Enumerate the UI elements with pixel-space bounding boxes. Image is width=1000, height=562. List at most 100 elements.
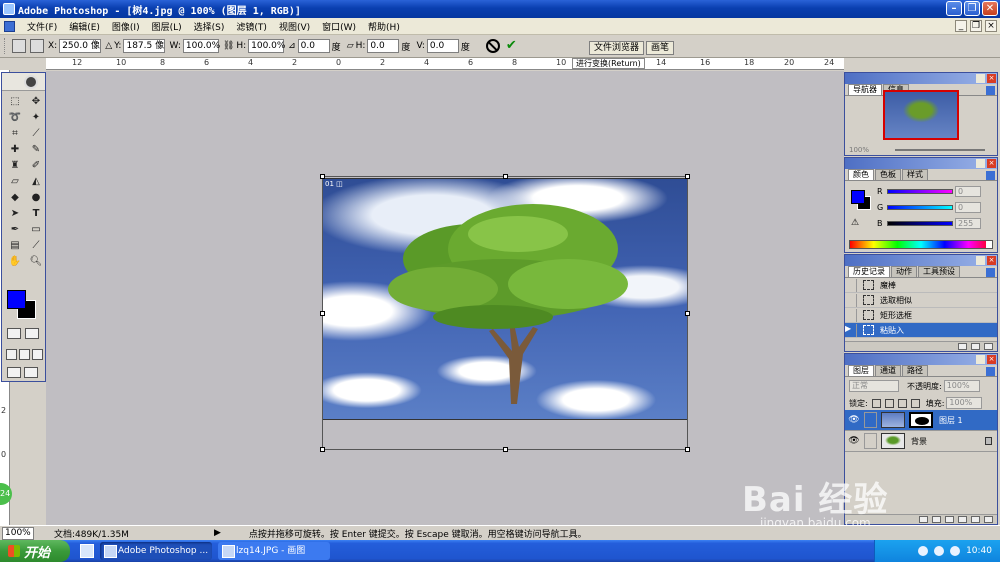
notes-icon[interactable]: ▤: [6, 238, 24, 252]
palette-minimize-button[interactable]: [976, 355, 985, 364]
blend-mode-select[interactable]: 正常: [849, 380, 899, 392]
green-slider[interactable]: [887, 205, 953, 210]
volume-icon[interactable]: [950, 546, 961, 556]
y-field[interactable]: 187.5 像: [123, 39, 166, 53]
crop-icon[interactable]: ⌗: [6, 126, 24, 140]
x-field[interactable]: 250.0 像: [59, 39, 102, 53]
color-ramp[interactable]: [849, 240, 993, 249]
palette-minimize-button[interactable]: [976, 74, 985, 83]
history-item[interactable]: 矩形选框: [845, 308, 997, 323]
maximize-button[interactable]: ❐: [964, 1, 980, 16]
full-screen-menu-button[interactable]: [19, 349, 30, 360]
side-badge[interactable]: 24: [0, 483, 12, 505]
color-foreground-swatch[interactable]: [851, 190, 865, 204]
width-field[interactable]: 100.0%: [182, 39, 220, 53]
transform-handle[interactable]: [685, 447, 690, 452]
eyedropper-icon[interactable]: ⟋: [27, 238, 45, 252]
layer-style-button[interactable]: [919, 516, 928, 523]
menu-view[interactable]: 视图(V): [273, 20, 316, 33]
transform-handle[interactable]: [320, 311, 325, 316]
marquee-icon[interactable]: ⬚: [6, 94, 24, 108]
shape-icon[interactable]: ▭: [27, 222, 45, 236]
new-document-from-state-button[interactable]: [958, 343, 967, 350]
toolbox-header[interactable]: [2, 73, 45, 91]
tray-icon[interactable]: [934, 546, 945, 556]
palette-titlebar[interactable]: ×: [845, 158, 997, 169]
tab-tool-presets[interactable]: 工具预设: [918, 266, 960, 277]
menu-filter[interactable]: 滤镜(T): [230, 20, 273, 33]
healing-brush-icon[interactable]: ✚: [6, 142, 24, 156]
relative-delta-icon[interactable]: △: [105, 41, 112, 51]
palette-close-button[interactable]: ×: [987, 159, 996, 168]
commit-transform-icon[interactable]: ✔: [506, 39, 520, 53]
quick-mask-button[interactable]: [25, 328, 39, 339]
layer-link-icon[interactable]: [864, 412, 877, 428]
document-size[interactable]: 文档:489K/1.35M: [54, 527, 214, 540]
vskew-field[interactable]: 0.0: [426, 39, 459, 53]
clock[interactable]: 10:40: [966, 546, 992, 556]
tab-layers[interactable]: 图层: [848, 365, 874, 376]
green-value[interactable]: 0: [955, 202, 981, 213]
hskew-field[interactable]: 0.0: [367, 39, 400, 53]
new-set-button[interactable]: [945, 516, 954, 523]
layer-mask-thumbnail[interactable]: [909, 412, 933, 428]
lock-transparency-icon[interactable]: [871, 398, 881, 408]
free-transform-box[interactable]: [320, 174, 690, 452]
zoom-icon[interactable]: 🔍︎: [27, 254, 45, 268]
path-select-icon[interactable]: ➤: [6, 206, 24, 220]
pen-icon[interactable]: ✒: [6, 222, 24, 236]
history-item[interactable]: 选取相似: [845, 293, 997, 308]
lock-all-icon[interactable]: [910, 398, 920, 408]
minimize-button[interactable]: –: [946, 1, 962, 16]
lock-position-icon[interactable]: [897, 398, 907, 408]
palette-menu-icon[interactable]: [986, 268, 995, 277]
type-icon[interactable]: T: [27, 206, 45, 220]
doc-restore-button[interactable]: ❐: [970, 20, 982, 32]
menu-image[interactable]: 图像(I): [106, 20, 146, 33]
zoom-field[interactable]: 100%: [2, 526, 34, 540]
new-layer-button[interactable]: [971, 516, 980, 523]
history-item[interactable]: 魔棒: [845, 278, 997, 293]
palette-close-button[interactable]: ×: [987, 74, 996, 83]
link-icon[interactable]: ⛓: [223, 41, 234, 51]
navigator-zoom-slider[interactable]: [895, 149, 985, 151]
palette-minimize-button[interactable]: [976, 256, 985, 265]
delete-layer-button[interactable]: [984, 516, 993, 523]
eraser-icon[interactable]: ▱: [6, 174, 24, 188]
status-arrow-icon[interactable]: ▶: [214, 528, 221, 538]
adobe-online-icon[interactable]: [24, 75, 38, 89]
gamut-warning-icon[interactable]: ⚠: [851, 218, 859, 228]
full-screen-button[interactable]: [32, 349, 43, 360]
palette-titlebar[interactable]: ×: [845, 73, 997, 84]
palette-minimize-button[interactable]: [976, 159, 985, 168]
new-snapshot-button[interactable]: [971, 343, 980, 350]
standard-screen-button[interactable]: [6, 349, 17, 360]
navigator-zoom-field[interactable]: 100%: [849, 146, 869, 154]
doc-close-button[interactable]: ×: [985, 20, 997, 32]
lock-image-icon[interactable]: [884, 398, 894, 408]
transform-handle[interactable]: [503, 447, 508, 452]
navigator-thumbnail[interactable]: [883, 90, 959, 140]
tab-actions[interactable]: 动作: [891, 266, 917, 277]
menu-help[interactable]: 帮助(H): [362, 20, 406, 33]
doc-minimize-button[interactable]: _: [955, 20, 967, 32]
taskbar-paint[interactable]: lzq14.JPG - 画图: [218, 542, 330, 560]
dodge-icon[interactable]: ●: [27, 190, 45, 204]
close-button[interactable]: ✕: [982, 1, 998, 16]
lasso-icon[interactable]: ➰: [6, 110, 24, 124]
tool-preset-icon[interactable]: [12, 39, 26, 53]
adjustment-layer-button[interactable]: [958, 516, 967, 523]
tab-paths[interactable]: 路径: [902, 365, 928, 376]
palette-titlebar[interactable]: ×: [845, 354, 997, 365]
reference-point-icon[interactable]: [30, 39, 44, 53]
palette-titlebar[interactable]: ×: [845, 255, 997, 266]
palette-menu-icon[interactable]: [986, 86, 995, 95]
delete-state-button[interactable]: [984, 343, 993, 350]
layer-item-selected[interactable]: 👁︎ 图层 1: [845, 410, 997, 431]
cancel-transform-icon[interactable]: [485, 39, 500, 53]
transform-handle[interactable]: [685, 311, 690, 316]
tab-history[interactable]: 历史记录: [848, 266, 890, 277]
tray-icon[interactable]: [918, 546, 929, 556]
tab-color[interactable]: 颜色: [848, 169, 874, 180]
palette-close-button[interactable]: ×: [987, 355, 996, 364]
